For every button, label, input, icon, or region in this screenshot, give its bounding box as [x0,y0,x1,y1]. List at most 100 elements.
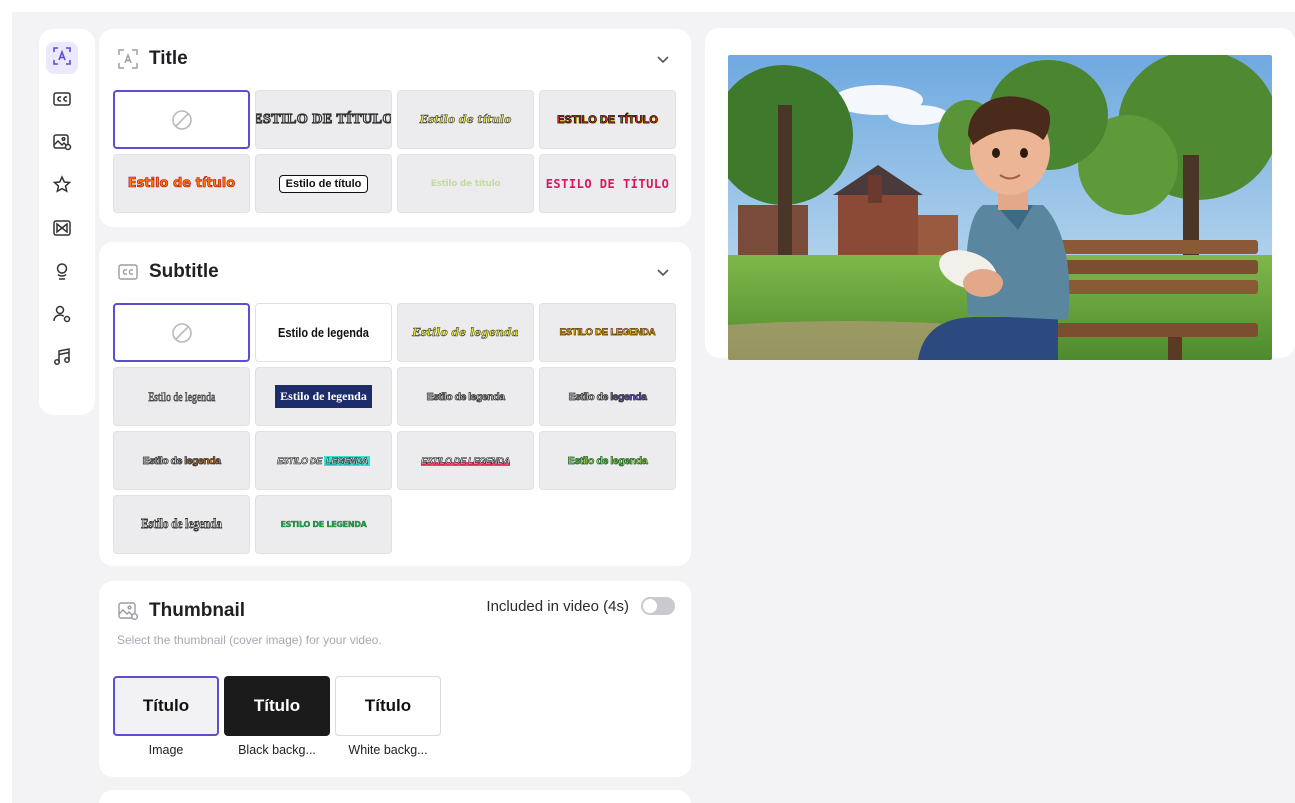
title-style-sample: Estilo de título [278,174,369,193]
subtitle-style-sample: ESTILO DE LEGENDA [559,327,656,339]
subtitle-style-sample: Estilo de legenda [147,388,216,404]
subtitle-style-sample: ESTILO DE LEGENDA [421,455,511,466]
subtitle-icon [117,261,139,283]
included-in-video-toggle[interactable] [641,597,675,615]
title-style-sample: ESTILO DE TÍTULO [557,113,659,126]
subtitle-panel-heading: Subtitle [149,261,219,282]
subtitle-style-option[interactable]: ESTILO DE LEGENDA [397,431,534,490]
subtitle-style-sample: Estilo de legenda [278,325,369,340]
subtitle-style-sample: Estilo de legenda [568,390,647,403]
title-style-sample: ESTILO DE TÍTULO [545,176,670,191]
subtitle-style-sample-part: Estilo de [142,454,185,467]
sticker-icon [52,175,72,199]
title-style-option[interactable]: Estilo de título [255,154,392,213]
title-style-option[interactable]: ESTILO DE TÍTULO [255,90,392,149]
subtitle-icon [52,89,72,113]
included-in-video-label: Included in video (4s) [486,598,629,615]
title-style-option[interactable]: Estilo de título [113,154,250,213]
thumbnail-preview: Título [224,676,330,736]
thumbnail-options: Título Image Título Black backg... Títul… [113,676,441,757]
avatar-icon [52,304,72,328]
subtitle-style-option[interactable]: ESTILO DE LEGENDA [255,431,392,490]
voice-icon [52,261,72,285]
subtitle-style-option[interactable]: Estilo de legenda [255,367,392,426]
thumbnail-description: Select the thumbnail (cover image) for y… [117,633,382,647]
subtitle-style-option[interactable]: Estilo de legenda [397,367,534,426]
avatar-tool-button[interactable] [46,300,78,332]
video-preview-image[interactable] [728,55,1272,360]
title-style-none[interactable] [113,90,250,149]
tool-sidebar [39,29,95,415]
title-style-option[interactable]: ESTILO DE TÍTULO [539,90,676,149]
music-icon [52,347,72,371]
subtitle-style-sample: Estilo de legenda [426,390,505,403]
subtitle-style-option[interactable]: Estilo de legenda [397,303,534,362]
subtitle-style-sample: Estilo de legenda [142,454,221,467]
subtitle-style-option[interactable]: Estilo de legenda [113,367,250,426]
thumbnail-option-caption: Image [148,743,184,757]
title-collapse-toggle[interactable] [655,51,671,67]
next-panel [99,790,691,803]
subtitle-tool-button[interactable] [46,85,78,117]
subtitle-style-sample-part: Estilo de [568,390,611,403]
title-icon [117,48,139,70]
subtitle-style-option[interactable]: Estilo de legenda [113,431,250,490]
title-style-option[interactable]: Estilo de título [397,90,534,149]
transition-tool-button[interactable] [46,214,78,246]
thumbnail-icon [117,600,139,622]
thumbnail-panel-heading: Thumbnail [149,600,246,621]
subtitle-style-sample-highlight: legenda [184,454,221,467]
subtitle-style-option[interactable]: Estilo de legenda [539,431,676,490]
title-style-sample: Estilo de título [430,178,501,189]
subtitle-style-sample: Estilo de legenda [412,326,519,340]
title-style-sample: Estilo de título [419,113,512,127]
thumbnail-tool-button[interactable] [46,128,78,160]
thumbnail-option-white[interactable]: Título White backg... [335,676,441,757]
sticker-tool-button[interactable] [46,171,78,203]
thumbnail-option-black[interactable]: Título Black backg... [224,676,330,757]
video-preview-panel [705,28,1295,360]
title-tool-button[interactable] [46,42,78,74]
chevron-down-icon [655,51,671,67]
title-icon [52,46,72,70]
editor-workspace: Title ESTILO DE TÍTULO Estilo de título … [12,12,1295,803]
title-panel-heading: Title [149,48,188,69]
title-style-option[interactable]: ESTILO DE TÍTULO [539,154,676,213]
subtitle-style-option[interactable]: Estilo de legenda [539,367,676,426]
thumbnail-preview: Título [335,676,441,736]
subtitle-panel: Subtitle Estilo de legenda Estilo de leg… [99,242,691,566]
chevron-down-icon [655,264,671,280]
subtitle-style-sample-highlight: LEGENDA [324,455,370,466]
subtitle-style-grid: Estilo de legenda Estilo de legenda ESTI… [113,303,676,554]
subtitle-style-none[interactable] [113,303,250,362]
subtitle-collapse-toggle[interactable] [655,264,671,280]
title-style-grid: ESTILO DE TÍTULO Estilo de título ESTILO… [113,90,676,213]
toggle-knob [643,599,657,613]
subtitle-style-option[interactable]: Estilo de legenda [113,495,250,554]
subtitle-style-sample: Estilo de legenda [567,454,648,467]
subtitle-style-option[interactable]: Estilo de legenda [255,303,392,362]
thumbnail-preview: Título [113,676,219,736]
thumbnail-option-caption: Black backg... [238,743,316,757]
thumbnail-icon [52,132,72,156]
title-style-sample: Estilo de título [127,176,236,192]
none-icon [170,108,194,132]
subtitle-style-sample: ESTILO DE LEGENDA [277,455,370,466]
subtitle-style-option[interactable]: ESTILO DE LEGENDA [255,495,392,554]
none-icon [170,321,194,345]
thumbnail-option-caption: White backg... [348,743,428,757]
voice-tool-button[interactable] [46,257,78,289]
subtitle-style-sample: ESTILO DE LEGENDA [280,520,367,529]
subtitle-style-option[interactable]: ESTILO DE LEGENDA [539,303,676,362]
subtitle-style-sample: Estilo de legenda [141,516,223,532]
thumbnail-panel: Thumbnail Included in video (4s) Select … [99,581,691,777]
subtitle-style-sample-part: ESTILO DE [277,455,325,466]
subtitle-style-sample: Estilo de legenda [275,385,372,408]
title-panel: Title ESTILO DE TÍTULO Estilo de título … [99,29,691,227]
thumbnail-option-image[interactable]: Título Image [113,676,219,757]
transition-icon [52,218,72,242]
title-style-option[interactable]: Estilo de título [397,154,534,213]
subtitle-style-sample-highlight: legenda [610,390,647,403]
music-tool-button[interactable] [46,343,78,375]
title-style-sample: ESTILO DE TÍTULO [255,111,392,127]
